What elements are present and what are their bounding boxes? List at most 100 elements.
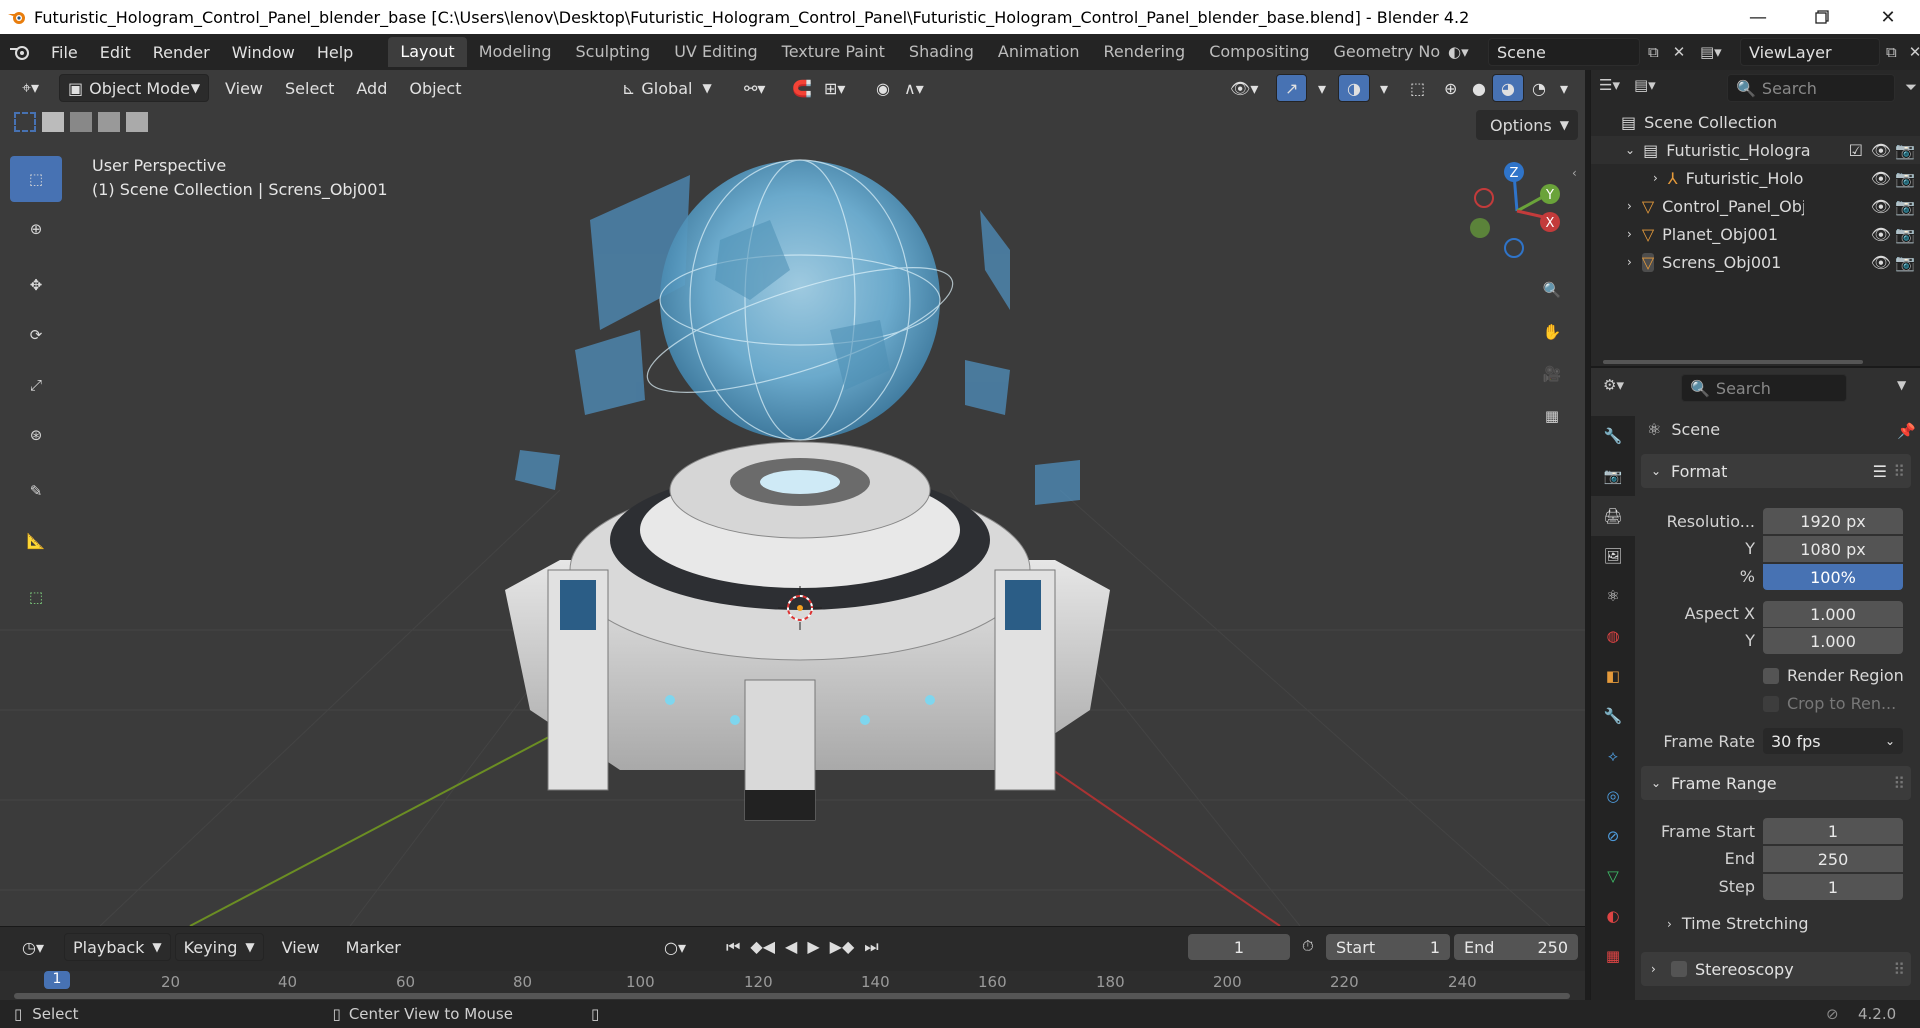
blender-menu-button[interactable] <box>0 43 40 61</box>
frame-step-field[interactable]: 1 <box>1763 874 1903 900</box>
visibility-icon[interactable]: 👁▾ <box>1222 74 1266 102</box>
menu-object[interactable]: Object <box>401 74 469 102</box>
camera-icon[interactable]: 📷 <box>1895 253 1915 272</box>
play-icon[interactable]: ▶ <box>807 937 819 957</box>
rendered-shading-icon[interactable]: ◔ <box>1524 74 1554 102</box>
outliner-editor-type-icon[interactable]: ☰▾ <box>1599 76 1620 94</box>
menu-window[interactable]: Window <box>221 43 306 62</box>
frame-range-panel-header[interactable]: ⌄ Frame Range ⠿ <box>1641 766 1911 800</box>
tool-measure[interactable]: 📐 <box>10 518 62 564</box>
tool-cursor[interactable]: ⊕ <box>10 206 62 252</box>
tool-annotate[interactable]: ✎ <box>10 468 62 514</box>
frame-start-field[interactable]: 1 <box>1763 818 1903 844</box>
camera-icon[interactable]: 📷 <box>1895 169 1915 188</box>
outliner-search-input[interactable]: 🔍 Search <box>1727 74 1895 102</box>
tab-world[interactable]: ◍ <box>1591 616 1635 656</box>
eye-icon[interactable]: 👁 <box>1871 169 1891 188</box>
tab-modeling[interactable]: Modeling <box>467 37 564 67</box>
outliner-item[interactable]: › ▽ Screns_Obj001 👁 📷 <box>1591 248 1920 276</box>
tab-sculpting[interactable]: Sculpting <box>563 37 662 67</box>
menu-select[interactable]: Select <box>277 74 342 102</box>
filter-icon[interactable]: ⏷ <box>1905 78 1917 96</box>
drag-handle-icon[interactable]: ⠿ <box>1893 774 1905 793</box>
start-frame-field[interactable]: Start 1 <box>1326 934 1450 960</box>
outliner-item[interactable]: › ▽ Control_Panel_Obj( 👁 📷 <box>1591 192 1920 220</box>
scene-name-field[interactable]: Scene <box>1488 38 1640 66</box>
menu-help[interactable]: Help <box>306 43 364 62</box>
current-frame-field[interactable]: 1 <box>1188 934 1290 960</box>
tab-modifiers[interactable]: 🔧 <box>1591 696 1635 736</box>
checkbox-icon[interactable]: ☑ <box>1849 141 1863 160</box>
eye-icon[interactable]: 👁 <box>1871 141 1891 160</box>
overlays-dropdown-icon[interactable]: ▾ <box>1372 74 1396 102</box>
snap-target-icon[interactable]: ⊞▾ <box>816 74 853 102</box>
prev-keyframe-icon[interactable]: ◆◀ <box>750 937 775 957</box>
jump-end-icon[interactable]: ⏭ <box>864 937 878 957</box>
mode-selector[interactable]: ▣ Object Mode ▼ <box>59 74 210 102</box>
transform-orientation-selector[interactable]: ⊾ Global ▼ <box>614 74 720 102</box>
menu-file[interactable]: File <box>40 43 89 62</box>
new-scene-icon[interactable]: ⧉ <box>1648 43 1659 61</box>
shading-dropdown-icon[interactable]: ▾ <box>1552 74 1576 102</box>
time-stretching-subpanel[interactable]: › Time Stretching <box>1667 914 1809 933</box>
gizmo-dropdown-icon[interactable]: ▾ <box>1310 74 1334 102</box>
tab-scene[interactable]: ⚛ <box>1591 576 1635 616</box>
render-region-checkbox[interactable] <box>1763 668 1779 684</box>
tab-animation[interactable]: Animation <box>986 37 1092 67</box>
tab-data[interactable]: ▽ <box>1591 856 1635 896</box>
tool-transform[interactable]: ⊛ <box>10 412 62 458</box>
outliner-item[interactable]: ⌄ ▤ Futuristic_Hologra ☑ 👁 📷 <box>1591 136 1920 164</box>
pan-button[interactable]: ✋ <box>1532 312 1572 352</box>
timeline-ruler[interactable]: 1 20 40 60 80 100 120 140 160 180 200 22… <box>0 971 1585 1001</box>
tab-render[interactable]: 📷 <box>1591 456 1635 496</box>
xray-icon[interactable]: ⬚ <box>1402 74 1433 102</box>
expand-icon[interactable]: › <box>1627 255 1632 269</box>
select-new-icon[interactable] <box>14 112 36 132</box>
timeline-editor-type-icon[interactable]: ◷▾ <box>14 933 52 961</box>
timeline-scrollbar[interactable] <box>14 993 1570 999</box>
view-layer-icon[interactable]: ▤▾ <box>1700 43 1740 61</box>
tab-particles[interactable]: ⟡ <box>1591 736 1635 776</box>
select-subtract-icon[interactable] <box>70 112 92 132</box>
properties-editor-type-icon[interactable]: ⚙▾ <box>1603 376 1624 394</box>
drag-handle-icon[interactable]: ⠿ <box>1893 462 1905 481</box>
tab-view-layer[interactable]: 🖼 <box>1591 536 1635 576</box>
tab-output[interactable]: 🖨 <box>1591 496 1635 536</box>
outliner-item[interactable]: › ⅄ Futuristic_Holo 👁 📷 <box>1591 164 1920 192</box>
tool-rotate[interactable]: ⟳ <box>10 312 62 358</box>
aspect-x-field[interactable]: 1.000 <box>1763 601 1903 627</box>
tab-uv-editing[interactable]: UV Editing <box>662 37 769 67</box>
tab-object[interactable]: ◧ <box>1591 656 1635 696</box>
restore-button[interactable] <box>1790 0 1854 34</box>
menu-edit[interactable]: Edit <box>89 43 142 62</box>
navigation-gizmo[interactable]: Z Y X <box>1462 156 1572 266</box>
tab-layout[interactable]: Layout <box>388 37 467 67</box>
select-extend-icon[interactable] <box>42 112 64 132</box>
outliner-item[interactable]: › ▽ Planet_Obj001 👁 📷 <box>1591 220 1920 248</box>
tab-tool[interactable]: 🔧 <box>1591 416 1635 456</box>
playhead[interactable]: 1 <box>44 971 70 989</box>
timeline-menu-view[interactable]: View <box>274 933 328 961</box>
solid-shading-icon[interactable]: ● <box>1464 74 1494 102</box>
remove-view-layer-icon[interactable]: ✕ <box>1909 43 1920 61</box>
falloff-icon[interactable]: ∧▾ <box>896 74 932 102</box>
aspect-y-field[interactable]: 1.000 <box>1763 628 1903 654</box>
wireframe-shading-icon[interactable]: ⊕ <box>1436 74 1465 102</box>
chevron-down-icon[interactable]: ▼ <box>1897 378 1906 392</box>
properties-search-input[interactable]: 🔍 Search <box>1681 374 1847 402</box>
crop-checkbox[interactable] <box>1763 696 1779 712</box>
material-shading-icon[interactable]: ◕ <box>1492 74 1524 102</box>
drag-handle-icon[interactable]: ⠿ <box>1893 960 1905 979</box>
menu-view[interactable]: View <box>217 74 271 102</box>
jump-start-icon[interactable]: ⏮ <box>726 937 740 957</box>
tab-compositing[interactable]: Compositing <box>1197 37 1321 67</box>
resolution-y-field[interactable]: 1080 px <box>1763 536 1903 562</box>
next-keyframe-icon[interactable]: ▶◆ <box>830 937 855 957</box>
tool-move[interactable]: ✥ <box>10 262 62 308</box>
resolution-percent-slider[interactable]: 100% <box>1763 564 1903 590</box>
3d-viewport[interactable]: ⌖▾ ▣ Object Mode ▼ View Select Add Objec… <box>0 70 1585 926</box>
select-invert-icon[interactable] <box>98 112 120 132</box>
minimize-button[interactable]: — <box>1726 0 1790 34</box>
new-view-layer-icon[interactable]: ⧉ <box>1886 43 1897 61</box>
frame-end-field[interactable]: 250 <box>1763 846 1903 872</box>
